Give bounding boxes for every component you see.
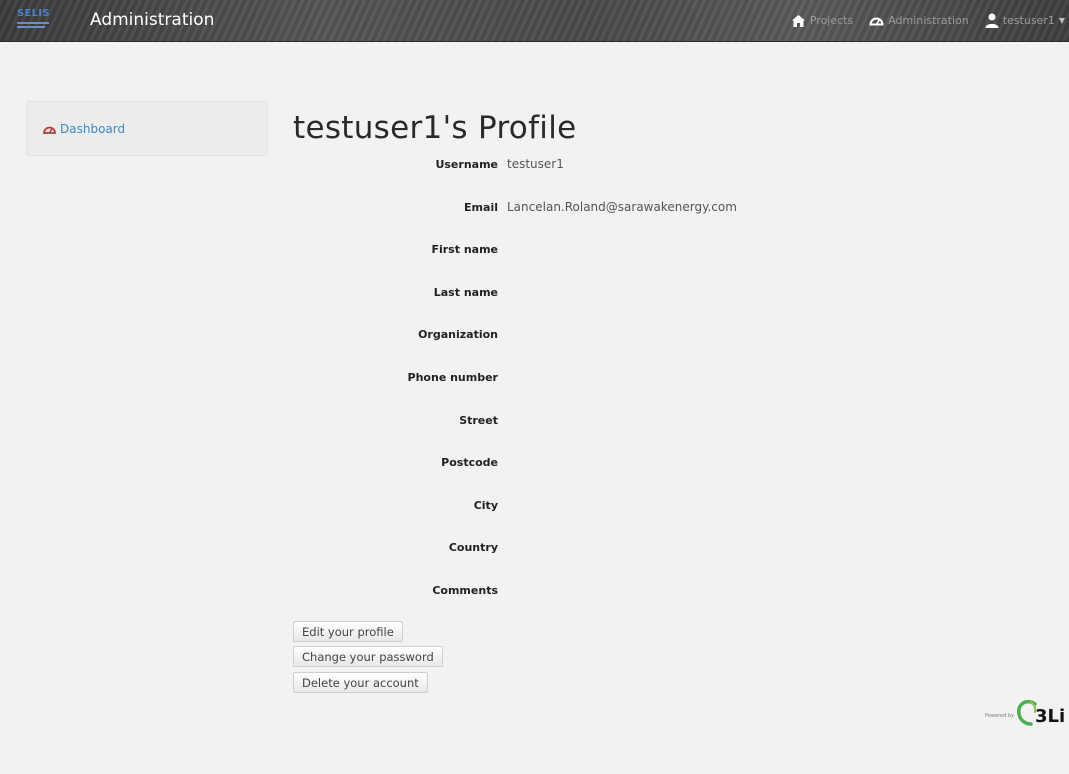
nav-projects-link[interactable]: Projects bbox=[791, 14, 853, 28]
delete-account-button[interactable]: Delete your account bbox=[293, 672, 428, 693]
field-label: Country bbox=[448, 540, 498, 554]
profile-row-postcode: Postcode bbox=[300, 452, 507, 472]
field-label: City bbox=[473, 498, 498, 512]
logo-text: SELIS bbox=[17, 8, 50, 19]
nav-administration-label: Administration bbox=[888, 14, 969, 27]
user-icon bbox=[985, 13, 999, 28]
page-title: testuser1's Profile bbox=[293, 110, 577, 146]
profile-row-email: Email Lancelan.Roland@sarawakenergy.com bbox=[300, 197, 737, 217]
user-menu-toggle[interactable]: testuser1 ▼ bbox=[985, 13, 1065, 28]
nav-projects-label: Projects bbox=[809, 14, 854, 27]
user-menu-label: testuser1 bbox=[1002, 14, 1055, 27]
chevron-down-icon: ▼ bbox=[1058, 16, 1065, 25]
brand-wordmark: 3Li bbox=[1035, 706, 1066, 727]
dashboard-gauge-icon bbox=[43, 126, 56, 134]
profile-row-last-name: Last name bbox=[300, 282, 507, 302]
field-value: Lancelan.Roland@sarawakenergy.com bbox=[507, 200, 737, 214]
field-label: Email bbox=[464, 200, 498, 214]
dashboard-gauge-icon bbox=[869, 17, 884, 26]
app-title: Administration bbox=[90, 10, 215, 30]
profile-row-street: Street bbox=[300, 410, 507, 430]
change-password-button[interactable]: Change your password bbox=[293, 646, 443, 667]
profile-row-city: City bbox=[300, 495, 507, 515]
nav-administration-link[interactable]: Administration bbox=[869, 14, 969, 27]
sidebar: Dashboard bbox=[26, 101, 268, 156]
app-logo[interactable]: SELIS bbox=[17, 8, 59, 32]
powered-by-text: Powered by bbox=[985, 713, 1014, 719]
profile-row-organization: Organization bbox=[300, 324, 507, 344]
profile-row-country: Country bbox=[300, 537, 507, 557]
profile-row-username: Username testuser1 bbox=[300, 154, 564, 174]
field-label: Organization bbox=[418, 327, 498, 341]
profile-row-phone-number: Phone number bbox=[300, 367, 507, 387]
field-value: testuser1 bbox=[507, 157, 564, 171]
powered-by-badge[interactable]: Powered by 3Li bbox=[979, 698, 1069, 732]
home-icon bbox=[791, 14, 805, 27]
field-label: Postcode bbox=[441, 455, 498, 469]
sidebar-item-label: Dashboard bbox=[60, 122, 126, 136]
field-label: First name bbox=[431, 242, 498, 256]
profile-row-comments: Comments bbox=[300, 580, 507, 600]
profile-row-first-name: First name bbox=[300, 239, 507, 259]
field-label: Last name bbox=[433, 285, 498, 299]
field-label: Phone number bbox=[407, 370, 498, 384]
navbar-menu: Projects Administration testuser1 ▼ bbox=[791, 0, 1069, 41]
top-navbar: SELIS Administration Projects Administra… bbox=[0, 0, 1069, 42]
field-label: Street bbox=[459, 413, 498, 427]
field-label: Comments bbox=[432, 583, 498, 597]
edit-profile-button[interactable]: Edit your profile bbox=[293, 621, 403, 642]
field-label: Username bbox=[435, 157, 498, 171]
sidebar-item-dashboard[interactable]: Dashboard bbox=[43, 122, 125, 136]
